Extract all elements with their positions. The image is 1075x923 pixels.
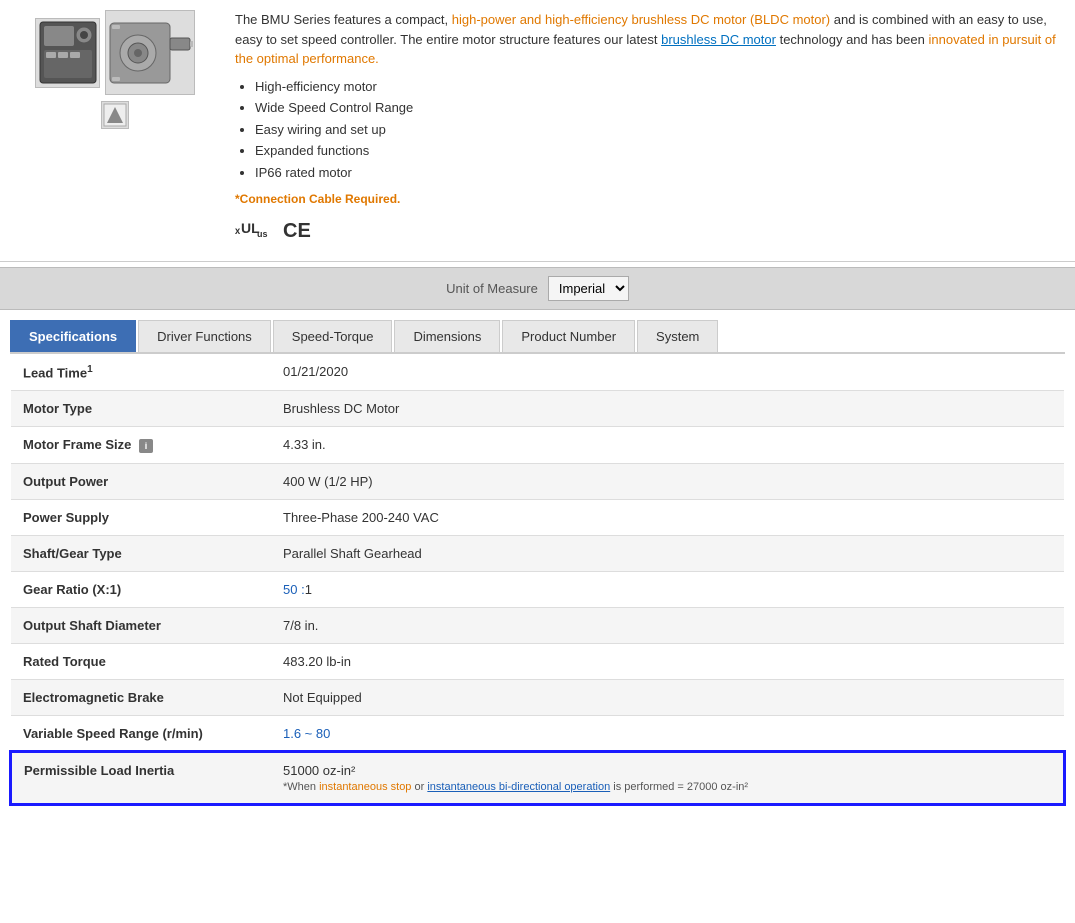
spec-value: Not Equipped — [271, 680, 1064, 716]
table-row: Rated Torque 483.20 lb-in — [11, 644, 1064, 680]
permissible-value: 51000 oz-in² — [283, 763, 1051, 778]
permissible-note: *When instantaneous stop or instantaneou… — [283, 781, 1051, 793]
unit-measure-bar: Unit of Measure Imperial Metric — [0, 267, 1075, 310]
superscript: 1 — [87, 364, 93, 375]
table-row: Lead Time1 01/21/2020 — [11, 354, 1064, 391]
feature-item: High-efficiency motor — [255, 77, 1060, 97]
product-description: The BMU Series features a compact, high-… — [235, 10, 1060, 246]
table-row: Gear Ratio (X:1) 50 :1 — [11, 572, 1064, 608]
feature-list: High-efficiency motor Wide Speed Control… — [255, 77, 1060, 183]
spec-value: 400 W (1/2 HP) — [271, 464, 1064, 500]
tab-dimensions[interactable]: Dimensions — [394, 320, 500, 352]
gear-ratio-blue: 50 : — [283, 582, 305, 597]
table-row: Power Supply Three-Phase 200-240 VAC — [11, 500, 1064, 536]
spec-value: 483.20 lb-in — [271, 644, 1064, 680]
feature-item: Wide Speed Control Range — [255, 98, 1060, 118]
spec-value: Parallel Shaft Gearhead — [271, 536, 1064, 572]
spec-value: 1.6 ~ 80 — [271, 716, 1064, 753]
frame-size-info-icon[interactable]: i — [139, 439, 153, 453]
spec-value: Three-Phase 200-240 VAC — [271, 500, 1064, 536]
spec-label: Motor Frame Size i — [11, 427, 271, 464]
spec-label: Output Shaft Diameter — [11, 608, 271, 644]
spec-value: 7/8 in. — [271, 608, 1064, 644]
motor-image — [105, 10, 195, 95]
small-image[interactable] — [101, 101, 129, 129]
spec-label: Output Power — [11, 464, 271, 500]
spec-label: Motor Type — [11, 391, 271, 427]
tabs-container: Specifications Driver Functions Speed-To… — [10, 320, 1065, 354]
tab-product-number[interactable]: Product Number — [502, 320, 635, 352]
spec-label: Variable Speed Range (r/min) — [11, 716, 271, 753]
table-row: Motor Frame Size i 4.33 in. — [11, 427, 1064, 464]
spec-label: Lead Time1 — [11, 354, 271, 391]
tab-driver-functions[interactable]: Driver Functions — [138, 320, 271, 352]
var-speed-value: 1.6 ~ 80 — [283, 726, 330, 741]
table-row: Motor Type Brushless DC Motor — [11, 391, 1064, 427]
table-row: Electromagnetic Brake Not Equipped — [11, 680, 1064, 716]
connection-note: *Connection Cable Required. — [235, 190, 1060, 208]
description-text: The BMU Series features a compact, high-… — [235, 10, 1060, 69]
unit-measure-label: Unit of Measure — [446, 281, 538, 296]
feature-item: Easy wiring and set up — [255, 120, 1060, 140]
spec-label: Gear Ratio (X:1) — [11, 572, 271, 608]
svg-text:us: us — [257, 229, 268, 239]
table-row: Output Shaft Diameter 7/8 in. — [11, 608, 1064, 644]
spec-label: Permissible Load Inertia — [11, 752, 271, 804]
tab-system[interactable]: System — [637, 320, 718, 352]
spec-value: 51000 oz-in² *When instantaneous stop or… — [271, 752, 1064, 804]
table-row-highlighted: Permissible Load Inertia 51000 oz-in² *W… — [11, 752, 1064, 804]
tab-speed-torque[interactable]: Speed-Torque — [273, 320, 393, 352]
unit-measure-select[interactable]: Imperial Metric — [548, 276, 629, 301]
gear-ratio-normal: 1 — [305, 582, 312, 597]
section-divider — [0, 261, 1075, 262]
product-main-images — [35, 10, 195, 95]
spec-value: 4.33 in. — [271, 427, 1064, 464]
spec-label: Power Supply — [11, 500, 271, 536]
ce-cert: CE — [283, 216, 311, 246]
spec-value: Brushless DC Motor — [271, 391, 1064, 427]
feature-item: Expanded functions — [255, 141, 1060, 161]
table-row: Output Power 400 W (1/2 HP) — [11, 464, 1064, 500]
ul-cert: ₓ UL us — [235, 217, 275, 245]
specs-table: Lead Time1 01/21/2020 Motor Type Brushle… — [10, 354, 1065, 805]
table-row: Shaft/Gear Type Parallel Shaft Gearhead — [11, 536, 1064, 572]
spec-label: Rated Torque — [11, 644, 271, 680]
product-images — [15, 10, 215, 129]
spec-value: 50 :1 — [271, 572, 1064, 608]
tab-specifications[interactable]: Specifications — [10, 320, 136, 352]
spec-value: 01/21/2020 — [271, 354, 1064, 391]
certifications: ₓ UL us CE — [235, 216, 1060, 246]
controller-image — [35, 18, 100, 88]
spec-label: Shaft/Gear Type — [11, 536, 271, 572]
spec-label: Electromagnetic Brake — [11, 680, 271, 716]
table-row: Variable Speed Range (r/min) 1.6 ~ 80 — [11, 716, 1064, 753]
top-section: The BMU Series features a compact, high-… — [0, 0, 1075, 256]
feature-item: IP66 rated motor — [255, 163, 1060, 183]
